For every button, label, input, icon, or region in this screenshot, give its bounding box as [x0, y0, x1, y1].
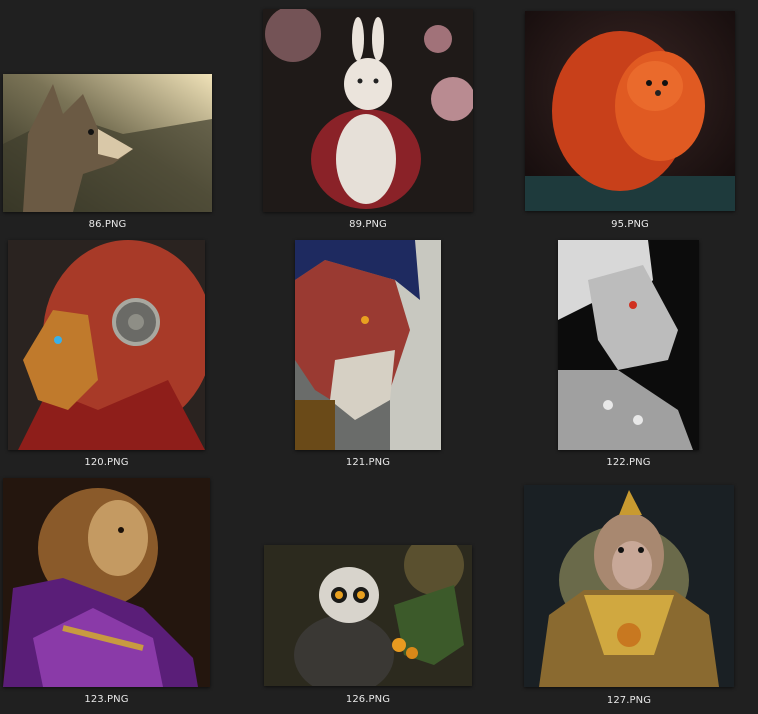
file-name: 123.PNG	[84, 694, 129, 705]
monkey-thumbnail	[524, 485, 734, 687]
rabbit-thumbnail	[263, 9, 473, 212]
file-name: 127.PNG	[606, 695, 652, 706]
file-name: 126.PNG	[345, 694, 391, 705]
dog-thumbnail	[525, 11, 735, 211]
file-name: 121.PNG	[345, 457, 391, 468]
file-tile-120[interactable]: 120.PNG	[8, 240, 205, 472]
lemur-thumbnail	[264, 545, 472, 686]
lion-warrior-thumbnail	[8, 240, 205, 450]
file-tile-123[interactable]: 123.PNG	[3, 478, 210, 711]
file-tile-86[interactable]: 86.PNG	[3, 74, 212, 234]
file-tile-121[interactable]: 121.PNG	[295, 240, 441, 472]
file-tile-126[interactable]: 126.PNG	[264, 545, 472, 711]
file-tile-95[interactable]: 95.PNG	[525, 11, 735, 234]
file-name: 86.PNG	[88, 219, 127, 230]
file-name: 120.PNG	[84, 457, 129, 468]
silver-lion-thumbnail	[558, 240, 699, 450]
file-tile-127[interactable]: 127.PNG	[524, 485, 734, 711]
file-tile-89[interactable]: 89.PNG	[263, 9, 473, 234]
wolf-thumbnail	[3, 74, 212, 212]
file-name: 122.PNG	[606, 457, 651, 468]
file-name: 95.PNG	[611, 219, 649, 230]
lion-robe-thumbnail	[3, 478, 210, 687]
demon-thumbnail	[295, 240, 441, 450]
file-name: 89.PNG	[349, 219, 387, 230]
file-tile-122[interactable]: 122.PNG	[558, 240, 699, 472]
